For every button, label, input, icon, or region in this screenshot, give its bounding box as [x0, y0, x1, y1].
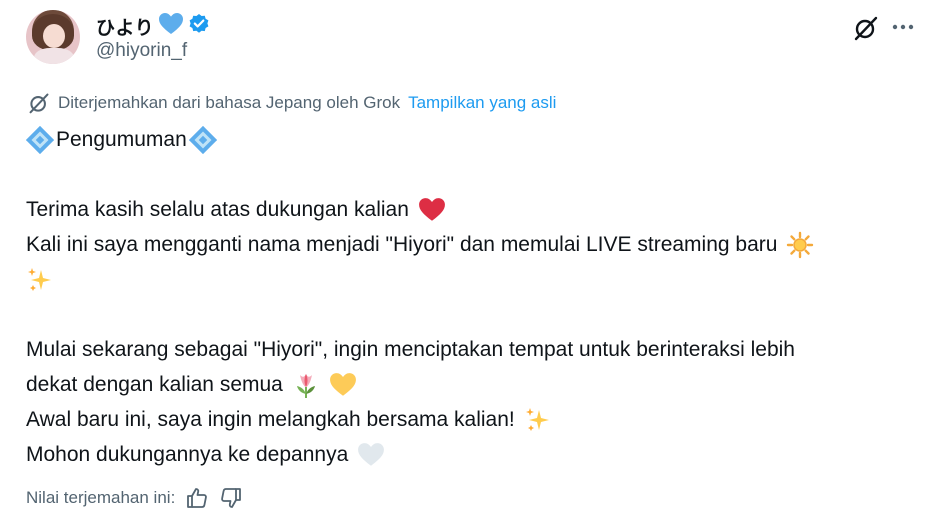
tweet-heading-line: Pengumuman: [26, 122, 921, 157]
tulip-icon: [292, 371, 320, 399]
grok-button[interactable]: [853, 15, 879, 41]
show-original-link[interactable]: Tampilkan yang asli: [408, 93, 556, 113]
avatar-body: [34, 48, 74, 64]
tweet-line-text: dekat dengan kalian semua: [26, 373, 283, 396]
thumbs-down-icon: [221, 488, 242, 508]
verified-badge-icon: [188, 13, 210, 40]
tweet-line-text: Mulai sekarang sebagai "Hiyori", ingin m…: [26, 338, 795, 361]
author-name-row[interactable]: ひより: [96, 12, 210, 41]
thumbs-down-button[interactable]: [219, 486, 243, 510]
tweet-line: Terima kasih selalu atas dukungan kalian: [26, 192, 921, 227]
tweet-line: Mohon dukungannya ke depannya: [26, 437, 921, 472]
grok-icon: [854, 16, 878, 41]
rate-translation-label: Nilai terjemahan ini:: [26, 488, 176, 507]
tweet-line: Kali ini saya mengganti nama menjadi "Hi…: [26, 227, 921, 262]
thumbs-up-icon: [187, 488, 208, 508]
tweet-line: [26, 262, 921, 297]
tweet-line: Awal baru ini, saya ingin melangkah bers…: [26, 402, 921, 437]
red-heart-icon: [418, 196, 446, 224]
rate-translation: Nilai terjemahan ini:: [26, 486, 243, 510]
translation-notice-text: Diterjemahkan dari bahasa Jepang oleh Gr…: [58, 93, 401, 112]
thumbs-up-button[interactable]: [185, 486, 209, 510]
more-button[interactable]: [890, 16, 916, 38]
avatar-face: [43, 24, 65, 48]
diamond-icon: [188, 126, 217, 155]
tweet-line-text: Terima kasih selalu atas dukungan kalian: [26, 198, 409, 221]
sparkles-icon: [26, 266, 54, 294]
diamond-icon: [26, 126, 54, 155]
tweet-line-text: Awal baru ini, saya ingin melangkah bers…: [26, 408, 515, 431]
tweet-heading: Pengumuman: [56, 128, 187, 151]
tweet-text: Pengumuman Terima kasih selalu atas duku…: [26, 122, 921, 472]
more-icon: [892, 24, 914, 30]
sparkles-icon: [524, 406, 552, 434]
white-heart-icon: [357, 441, 385, 469]
avatar[interactable]: [26, 10, 80, 64]
tweet-line: dekat dengan kalian semua: [26, 367, 921, 402]
tweet-line-text: Kali ini saya mengganti nama menjadi "Hi…: [26, 233, 778, 256]
display-name[interactable]: ひより: [96, 13, 154, 40]
yellow-heart-icon: [329, 371, 357, 399]
sun-icon: [786, 231, 814, 259]
translation-notice: Diterjemahkan dari bahasa Jepang oleh Gr…: [28, 92, 556, 114]
tweet-line: Mulai sekarang sebagai "Hiyori", ingin m…: [26, 332, 921, 367]
tweet-line-text: Mohon dukungannya ke depannya: [26, 443, 349, 466]
handle[interactable]: @hiyorin_f: [96, 40, 187, 62]
blue-heart-icon: [158, 12, 184, 41]
grok-icon: [29, 93, 49, 114]
